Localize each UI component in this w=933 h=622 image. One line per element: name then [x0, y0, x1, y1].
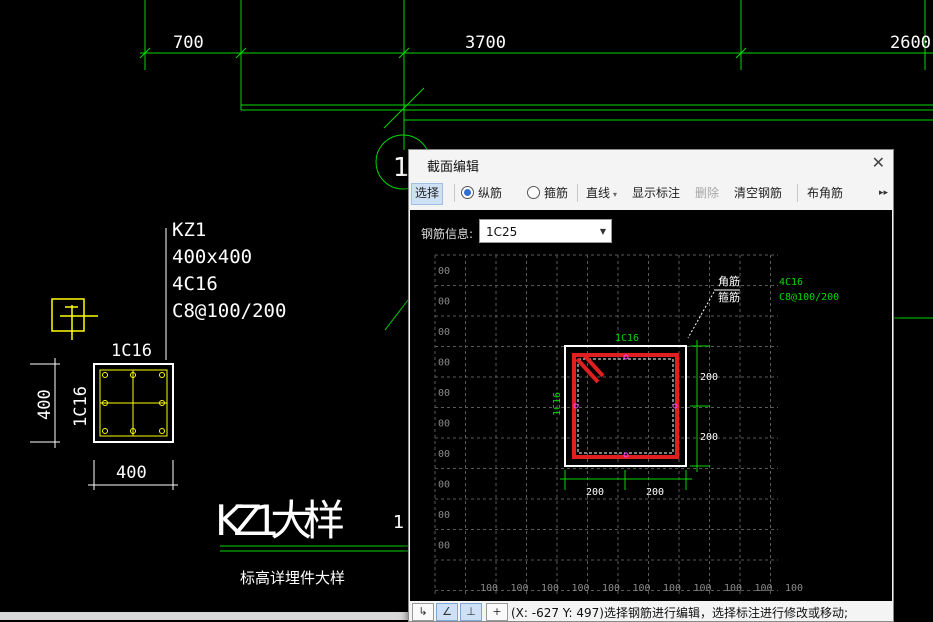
bottom-axis-label: 100: [572, 583, 590, 594]
column-size: 400x400: [172, 246, 252, 268]
bottom-axis-label: 100: [511, 583, 529, 594]
pointer-tool-icon[interactable]: ↳: [412, 603, 434, 621]
spec-stirrup: C8@100/200: [779, 292, 839, 303]
delete-button[interactable]: 删除: [695, 183, 719, 203]
section-left-label: 1C16: [71, 386, 91, 427]
bottom-axis-label: 100: [785, 583, 803, 594]
select-button[interactable]: 选择: [411, 183, 444, 205]
dialog-title: 截面编辑: [427, 160, 480, 175]
bottom-axis-label: 100: [541, 583, 559, 594]
dialog-status-bar: ↳ ∠ ⊥ + (X: -627 Y: 497)选择钢筋进行编辑，选择标注进行修…: [410, 601, 892, 621]
line-label: 直线: [586, 186, 611, 200]
longitudinal-radio[interactable]: 纵筋: [461, 183, 502, 203]
bottom-axis-label: 100: [694, 583, 712, 594]
detail-subtitle: 标高详埋件大样: [240, 569, 345, 587]
left-axis-label: 00: [438, 449, 450, 460]
bottom-axis-label: 100: [633, 583, 651, 594]
angle-tool-icon[interactable]: ∠: [436, 603, 458, 621]
dialog-toolbar: 选择 纵筋 箍筋 直线 ▾ 显示标注 删除 清空钢筋 布角筋 ▸▸: [409, 178, 893, 208]
spec-main-rebar: 4C16: [779, 277, 803, 288]
section-edit-dialog: 截面编辑 ✕ 选择 纵筋 箍筋 直线 ▾ 显示标注 删除 清空钢筋 布角筋 ▸▸ …: [408, 149, 894, 622]
ortho-tool-icon[interactable]: ⊥: [460, 603, 482, 621]
more-arrows-icon[interactable]: ▸▸: [879, 183, 888, 203]
detail-title: KZ1大样: [215, 496, 345, 545]
bottom-axis-label: 100: [755, 583, 773, 594]
left-axis-label: 00: [438, 480, 450, 491]
dim-bottom-2[interactable]: 200: [646, 487, 664, 498]
left-axis-label: 00: [438, 297, 450, 308]
radio-on-icon: [461, 186, 474, 199]
left-axis-label: 00: [438, 388, 450, 399]
dim-bottom-1[interactable]: 200: [586, 487, 604, 498]
longitudinal-label: 纵筋: [478, 186, 503, 200]
bottom-axis-label: 100: [480, 583, 498, 594]
dim-3700: 3700: [465, 33, 506, 53]
cad-status-bar: [0, 612, 408, 620]
toolbar-separator: [454, 184, 455, 202]
section-left-rebar-label[interactable]: 1C16: [552, 392, 563, 416]
left-axis-label: 00: [438, 419, 450, 430]
bottom-axis-label: 100: [724, 583, 742, 594]
callout-corner-text: 角筋: [718, 274, 740, 288]
column-stirrup: C8@100/200: [172, 300, 286, 322]
dim-right-2[interactable]: 200: [700, 432, 718, 443]
section-top-rebar-label[interactable]: 1C16: [615, 333, 639, 344]
status-text: (X: -627 Y: 497)选择钢筋进行编辑，选择标注进行修改或移动;: [511, 606, 849, 620]
toolbar-separator: [797, 184, 798, 202]
dim-right-1[interactable]: 200: [700, 372, 718, 383]
dim-2600: 2600: [890, 33, 931, 53]
radio-off-icon: [527, 186, 540, 199]
bottom-axis-label: 100: [602, 583, 620, 594]
stirrup-label: 箍筋: [544, 186, 569, 200]
dim-700: 700: [173, 33, 204, 53]
callout-leader: [687, 291, 715, 339]
bottom-axis-labels: 100 100 100 100 100 100 100 100 100 100 100: [480, 583, 803, 594]
left-axis-label: 00: [438, 266, 450, 277]
snap-tool-icon[interactable]: +: [486, 603, 508, 621]
left-axis-label: 00: [438, 327, 450, 338]
section-top-label: 1C16: [111, 341, 152, 361]
left-axis-label: 00: [438, 358, 450, 369]
detail-symbol-icon: [51, 298, 98, 340]
left-axis-labels: 00 00 00 00 00 00 00 00 00 00: [438, 266, 450, 552]
callout-stirrup-text: 箍筋: [718, 290, 740, 304]
dropdown-arrow-icon: ▾: [613, 190, 618, 199]
section-dim-bottom: 400: [116, 463, 147, 483]
bottom-axis-label: 100: [663, 583, 681, 594]
left-axis-label: 00: [438, 510, 450, 521]
toolbar-separator: [577, 184, 578, 202]
clear-rebar-button[interactable]: 清空钢筋: [734, 183, 782, 203]
corner-rebar-button[interactable]: 布角筋: [807, 183, 843, 203]
column-main-rebar: 4C16: [172, 273, 218, 295]
left-axis-label: 00: [438, 541, 450, 552]
column-name: KZ1: [172, 219, 206, 241]
fragment-label: 1: [393, 512, 404, 533]
show-dim-button[interactable]: 显示标注: [632, 183, 680, 203]
line-dropdown[interactable]: 直线 ▾: [586, 183, 617, 203]
stirrup-radio[interactable]: 箍筋: [527, 183, 568, 203]
dialog-canvas-area[interactable]: 钢筋信息: 1C25 ▼ 00 00 00 00 00 00 00 00 00 00 100 100…: [410, 210, 892, 601]
small-column-section[interactable]: [93, 363, 174, 443]
close-icon[interactable]: ✕: [872, 153, 885, 172]
section-canvas[interactable]: 00000000000000000000 100 100 100 100 100 100 1…: [410, 210, 892, 601]
canvas-grid: [434, 254, 778, 595]
section-dim-left: 400: [35, 389, 55, 420]
